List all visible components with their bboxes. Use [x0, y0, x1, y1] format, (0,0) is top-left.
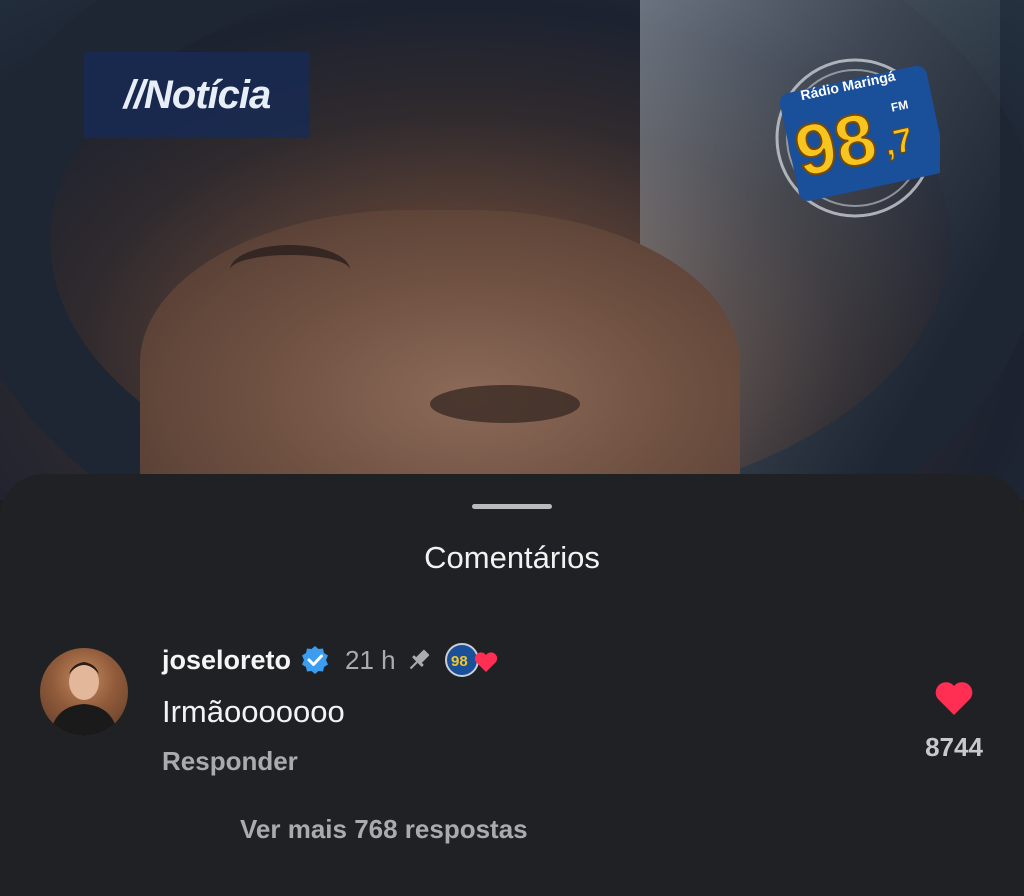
avatar-photo [50, 662, 118, 736]
avatar[interactable] [40, 648, 128, 736]
comment-time: 21 h [345, 644, 396, 675]
sheet-title: Comentários [424, 540, 600, 575]
comment-text: Irmãooooooo [162, 694, 345, 729]
eye [430, 385, 580, 423]
video-preview[interactable]: //Notícia Rádio Maringá 98 ,7 FM [0, 0, 1024, 500]
drag-handle[interactable] [472, 504, 552, 509]
comment-username[interactable]: joseloreto [162, 645, 291, 676]
reply-button[interactable]: Responder [162, 746, 298, 777]
like-count: 8744 [925, 732, 983, 762]
creator-heart-icon: 98 [444, 643, 497, 677]
view-more-replies-button[interactable]: Ver mais 768 respostas [240, 814, 528, 845]
svg-text:98: 98 [451, 653, 468, 670]
face [140, 210, 740, 500]
radio-logo-icon: Rádio Maringá 98 ,7 FM [775, 58, 940, 218]
radio-logo-frequency: 98 [788, 98, 883, 193]
news-badge-label: //Notícia [123, 72, 272, 117]
news-badge: //Notícia [84, 52, 310, 138]
heart-icon[interactable] [934, 678, 974, 718]
pin-icon [409, 649, 429, 670]
comments-sheet: Comentários joseloreto 21 h 98 Irmãooooo… [0, 474, 1024, 896]
comment-header: joseloreto 21 h 98 [162, 642, 502, 678]
eyebrow [230, 245, 350, 295]
verified-badge-icon [302, 646, 329, 674]
